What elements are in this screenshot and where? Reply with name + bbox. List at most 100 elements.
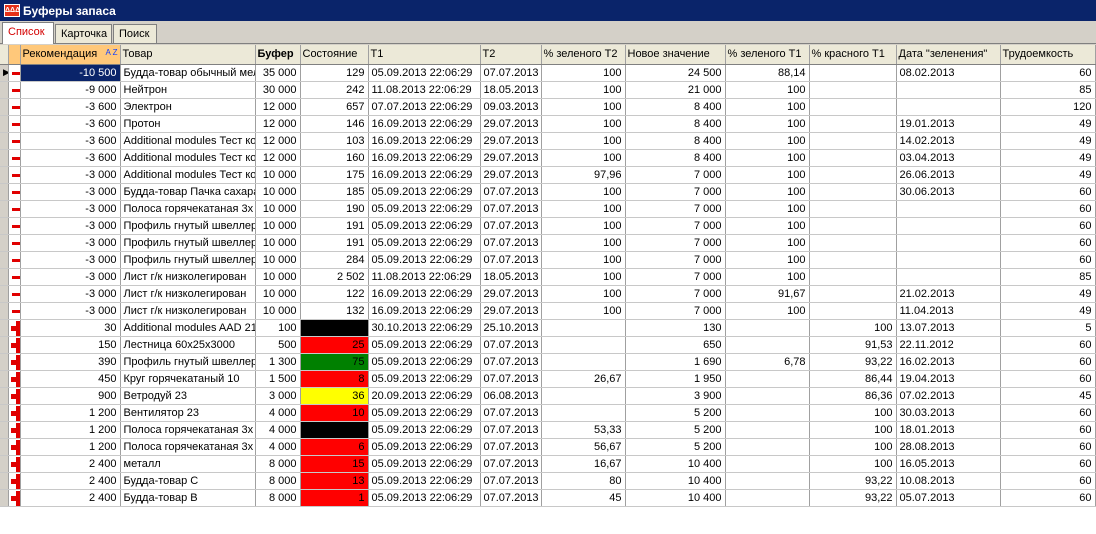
- row-indicator[interactable]: [0, 81, 9, 99]
- cell-labor[interactable]: 5: [1000, 319, 1096, 337]
- cell-state[interactable]: 103: [300, 132, 369, 150]
- table-row[interactable]: 2 400 Будда-товар С8 000 13 05.09.2013 22:0…: [0, 472, 1096, 490]
- cell-t1[interactable]: 05.09.2013 22:06:29: [368, 217, 481, 235]
- cell-labor[interactable]: 60: [1000, 234, 1096, 252]
- cell-green-t2[interactable]: 100: [541, 81, 626, 99]
- cell-new-value[interactable]: 5 200: [625, 404, 726, 422]
- cell-t2[interactable]: 18.05.2013: [480, 81, 542, 99]
- cell-recommendation[interactable]: 390: [20, 353, 121, 371]
- cell-t2[interactable]: 07.07.2013: [480, 404, 542, 422]
- cell-red-t1[interactable]: 93,22: [809, 489, 897, 507]
- cell-t2[interactable]: 07.07.2013: [480, 200, 542, 218]
- column-header-t2[interactable]: T2: [480, 45, 542, 65]
- cell-green-t1[interactable]: 91,67: [725, 285, 810, 303]
- cell-recommendation[interactable]: -3 000: [20, 200, 121, 218]
- cell-buffer[interactable]: 1 300: [255, 353, 301, 371]
- row-indicator[interactable]: [0, 353, 9, 371]
- cell-red-t1[interactable]: [809, 268, 897, 286]
- cell-t1[interactable]: 16.09.2013 22:06:29: [368, 115, 481, 133]
- cell-green-t1[interactable]: 100: [725, 268, 810, 286]
- cell-t2[interactable]: 07.07.2013: [480, 183, 542, 201]
- cell-green-date[interactable]: 30.06.2013: [896, 183, 1001, 201]
- cell-green-t1[interactable]: 88,14: [725, 64, 810, 82]
- cell-t2[interactable]: 25.10.2013: [480, 319, 542, 337]
- cell-labor[interactable]: 60: [1000, 353, 1096, 371]
- cell-green-t1[interactable]: [725, 438, 810, 456]
- cell-t2[interactable]: 07.07.2013: [480, 489, 542, 507]
- cell-state[interactable]: 13: [300, 472, 369, 490]
- cell-green-t1[interactable]: 100: [725, 115, 810, 133]
- cell-new-value[interactable]: 5 200: [625, 421, 726, 439]
- cell-recommendation[interactable]: -3 600: [20, 149, 121, 167]
- table-row[interactable]: ▶ -10 500Будда-товар обычный мел35 000129…: [0, 64, 1096, 82]
- cell-green-date[interactable]: 16.05.2013: [896, 455, 1001, 473]
- cell-green-date[interactable]: 07.02.2013: [896, 387, 1001, 405]
- tab-search[interactable]: Поиск: [113, 24, 157, 43]
- cell-green-date[interactable]: 14.02.2013: [896, 132, 1001, 150]
- row-indicator[interactable]: [0, 115, 9, 133]
- cell-green-t1[interactable]: [725, 404, 810, 422]
- cell-red-t1[interactable]: [809, 64, 897, 82]
- cell-item[interactable]: Additional modules Тест ко: [120, 166, 256, 184]
- cell-recommendation[interactable]: 2 400: [20, 489, 121, 507]
- row-indicator[interactable]: ▶: [0, 64, 9, 82]
- cell-green-t2[interactable]: [541, 319, 626, 337]
- cell-new-value[interactable]: 7 000: [625, 268, 726, 286]
- cell-green-t2[interactable]: 100: [541, 217, 626, 235]
- cell-recommendation[interactable]: -3 600: [20, 98, 121, 116]
- table-row[interactable]: -3 000 Будда-товар Пачка сахара 10 000 185 0…: [0, 183, 1096, 201]
- table-row[interactable]: -3 000 Полоса горячекатаная 3х 10 000 190 05…: [0, 200, 1096, 218]
- row-indicator[interactable]: [0, 183, 9, 201]
- cell-t1[interactable]: 16.09.2013 22:06:29: [368, 132, 481, 150]
- cell-state[interactable]: 6: [300, 438, 369, 456]
- cell-item[interactable]: Ветродуй 23: [120, 387, 256, 405]
- cell-red-t1[interactable]: [809, 183, 897, 201]
- table-row[interactable]: -3 000 Лист г/к низколегирован 10 000 122 16…: [0, 285, 1096, 303]
- cell-buffer[interactable]: 10 000: [255, 217, 301, 235]
- cell-state[interactable]: 242: [300, 81, 369, 99]
- row-indicator[interactable]: [0, 132, 9, 150]
- cell-recommendation[interactable]: 2 400: [20, 455, 121, 473]
- table-row[interactable]: 900 Ветродуй 23 3 000 36 20.09.2013 22:06:29…: [0, 387, 1096, 405]
- cell-item[interactable]: Лестница 60x25x3000: [120, 336, 256, 354]
- cell-buffer[interactable]: 4 000: [255, 404, 301, 422]
- cell-green-date[interactable]: 19.04.2013: [896, 370, 1001, 388]
- cell-t2[interactable]: 07.07.2013: [480, 217, 542, 235]
- cell-t1[interactable]: 16.09.2013 22:06:29: [368, 285, 481, 303]
- cell-buffer[interactable]: 8 000: [255, 489, 301, 507]
- cell-red-t1[interactable]: 100: [809, 421, 897, 439]
- cell-red-t1[interactable]: [809, 166, 897, 184]
- cell-green-t1[interactable]: 6,78: [725, 353, 810, 371]
- cell-new-value[interactable]: 1 950: [625, 370, 726, 388]
- cell-recommendation[interactable]: -3 000: [20, 183, 121, 201]
- cell-t2[interactable]: 29.07.2013: [480, 302, 542, 320]
- cell-new-value[interactable]: 3 900: [625, 387, 726, 405]
- cell-labor[interactable]: 60: [1000, 217, 1096, 235]
- cell-labor[interactable]: 60: [1000, 183, 1096, 201]
- cell-item[interactable]: Круг горячекатаный 10: [120, 370, 256, 388]
- cell-recommendation[interactable]: -9 000: [20, 81, 121, 99]
- cell-buffer[interactable]: 500: [255, 336, 301, 354]
- row-indicator[interactable]: [0, 200, 9, 218]
- cell-green-date[interactable]: [896, 234, 1001, 252]
- cell-red-t1[interactable]: 86,36: [809, 387, 897, 405]
- table-row[interactable]: -3 600 Протон 12 000 146 16.09.2013 22:06:29…: [0, 115, 1096, 133]
- cell-item[interactable]: Будда-товар В: [120, 489, 256, 507]
- cell-state[interactable]: 10: [300, 404, 369, 422]
- cell-labor[interactable]: 85: [1000, 268, 1096, 286]
- cell-red-t1[interactable]: 86,44: [809, 370, 897, 388]
- cell-t2[interactable]: 29.07.2013: [480, 285, 542, 303]
- cell-buffer[interactable]: 8 000: [255, 455, 301, 473]
- cell-state[interactable]: 25: [300, 336, 369, 354]
- column-header-green-date[interactable]: Дата "зеленения": [896, 45, 1001, 65]
- row-indicator[interactable]: [0, 387, 9, 405]
- cell-t2[interactable]: 07.07.2013: [480, 251, 542, 269]
- tab-list[interactable]: Список: [2, 22, 54, 44]
- cell-green-t1[interactable]: 100: [725, 166, 810, 184]
- cell-labor[interactable]: 60: [1000, 370, 1096, 388]
- cell-green-t2[interactable]: 16,67: [541, 455, 626, 473]
- cell-item[interactable]: Лист г/к низколегирован: [120, 302, 256, 320]
- cell-item[interactable]: Полоса горячекатаная 3х: [120, 438, 256, 456]
- cell-new-value[interactable]: 7 000: [625, 251, 726, 269]
- row-indicator[interactable]: [0, 268, 9, 286]
